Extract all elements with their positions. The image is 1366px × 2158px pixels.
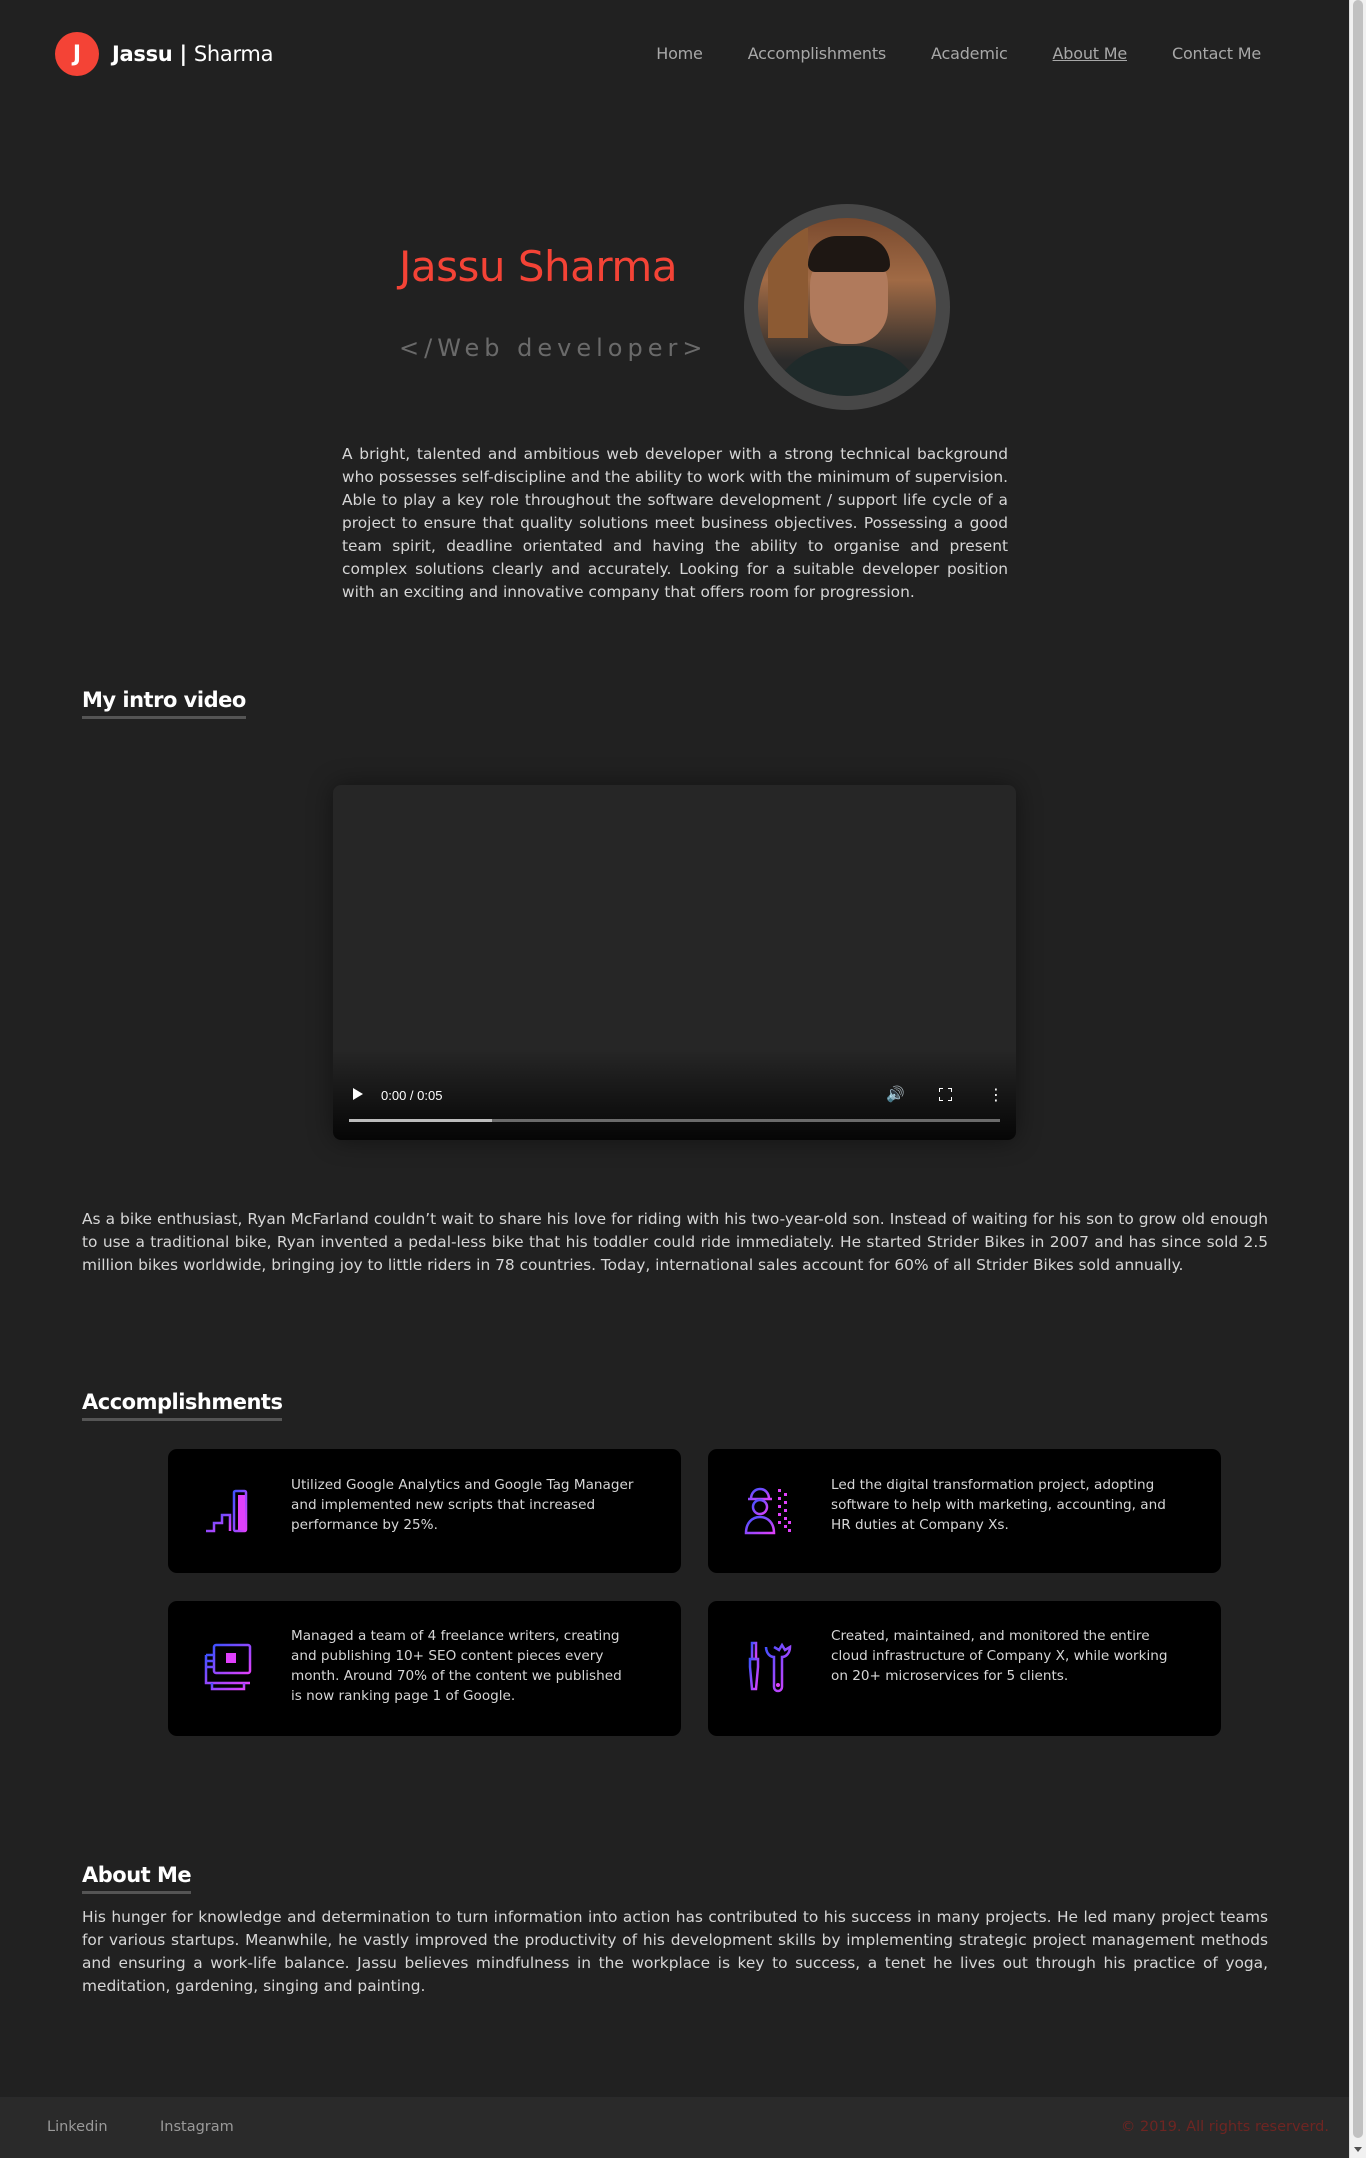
about-paragraph: His hunger for knowledge and determinati…	[82, 1908, 1268, 1995]
vertical-scrollbar[interactable]	[1349, 0, 1366, 2158]
play-icon[interactable]	[353, 1088, 363, 1100]
nav-link-about-me[interactable]: About Me	[1053, 44, 1128, 63]
bike-story-paragraph: As a bike enthusiast, Ryan McFarland cou…	[82, 1210, 1268, 1274]
nav-link-home[interactable]: Home	[656, 44, 703, 63]
nav-links: Home Accomplishments Academic About Me C…	[656, 44, 1261, 63]
growth-chart-icon	[206, 1489, 248, 1533]
profile-photo	[758, 218, 936, 396]
accomplishment-card: Created, maintained, and monitored the e…	[708, 1601, 1221, 1736]
copyright-text: © 2019. All rights reserverd.	[1120, 2119, 1329, 2135]
hero-role: </Web developer>	[399, 334, 708, 362]
brand[interactable]: J Jassu | Sharma	[55, 32, 273, 76]
nav-link-contact-me[interactable]: Contact Me	[1172, 44, 1261, 63]
section-title-accomplishments: Accomplishments	[82, 1390, 283, 1421]
section-title-intro-video: My intro video	[82, 688, 246, 719]
accomplishment-text: Created, maintained, and monitored the e…	[831, 1628, 1168, 1684]
scroll-down-arrow-icon[interactable]	[1354, 2147, 1362, 2152]
brand-logo[interactable]: J	[55, 32, 99, 76]
video-time: 0:00 / 0:05	[381, 1088, 443, 1103]
accomplishment-text: Utilized Google Analytics and Google Tag…	[291, 1477, 634, 1533]
top-navigation: J Jassu | Sharma Home Accomplishments Ac…	[0, 0, 1349, 110]
accomplishment-card: Managed a team of 4 freelance writers, c…	[168, 1601, 681, 1736]
volume-icon[interactable]: 🔊	[886, 1085, 905, 1103]
brand-first-name: Jassu	[112, 42, 173, 66]
section-title-about-me: About Me	[82, 1863, 192, 1894]
footer-link-linkedin[interactable]: Linkedin	[47, 2119, 108, 2135]
engineer-icon	[744, 1487, 791, 1535]
profile-avatar	[744, 204, 950, 410]
footer-link-instagram[interactable]: Instagram	[160, 2119, 234, 2135]
more-options-icon[interactable]: ⋮	[988, 1087, 1004, 1103]
computer-icon	[204, 1643, 252, 1691]
brand-separator: |	[172, 42, 194, 66]
brand-last-name: Sharma	[193, 42, 274, 66]
fullscreen-icon[interactable]	[939, 1088, 952, 1101]
hero-name: Jassu Sharma	[399, 242, 678, 291]
intro-paragraph: A bright, talented and ambitious web dev…	[342, 445, 1008, 601]
video-progress-bar[interactable]	[349, 1119, 1000, 1122]
brand-name[interactable]: Jassu | Sharma	[112, 42, 273, 66]
footer: Linkedin Instagram © 2019. All rights re…	[0, 2097, 1349, 2158]
accomplishment-text: Led the digital transformation project, …	[831, 1477, 1166, 1533]
nav-link-accomplishments[interactable]: Accomplishments	[748, 44, 887, 63]
accomplishment-card: Led the digital transformation project, …	[708, 1449, 1221, 1573]
video-buffered-bar	[349, 1119, 493, 1122]
tools-icon	[748, 1641, 792, 1693]
accomplishment-card: Utilized Google Analytics and Google Tag…	[168, 1449, 681, 1573]
accomplishment-text: Managed a team of 4 freelance writers, c…	[291, 1628, 622, 1704]
nav-link-academic[interactable]: Academic	[931, 44, 1008, 63]
scrollbar-thumb[interactable]	[1353, 0, 1363, 2138]
intro-video-player[interactable]: 0:00 / 0:05 🔊 ⋮	[333, 785, 1016, 1140]
